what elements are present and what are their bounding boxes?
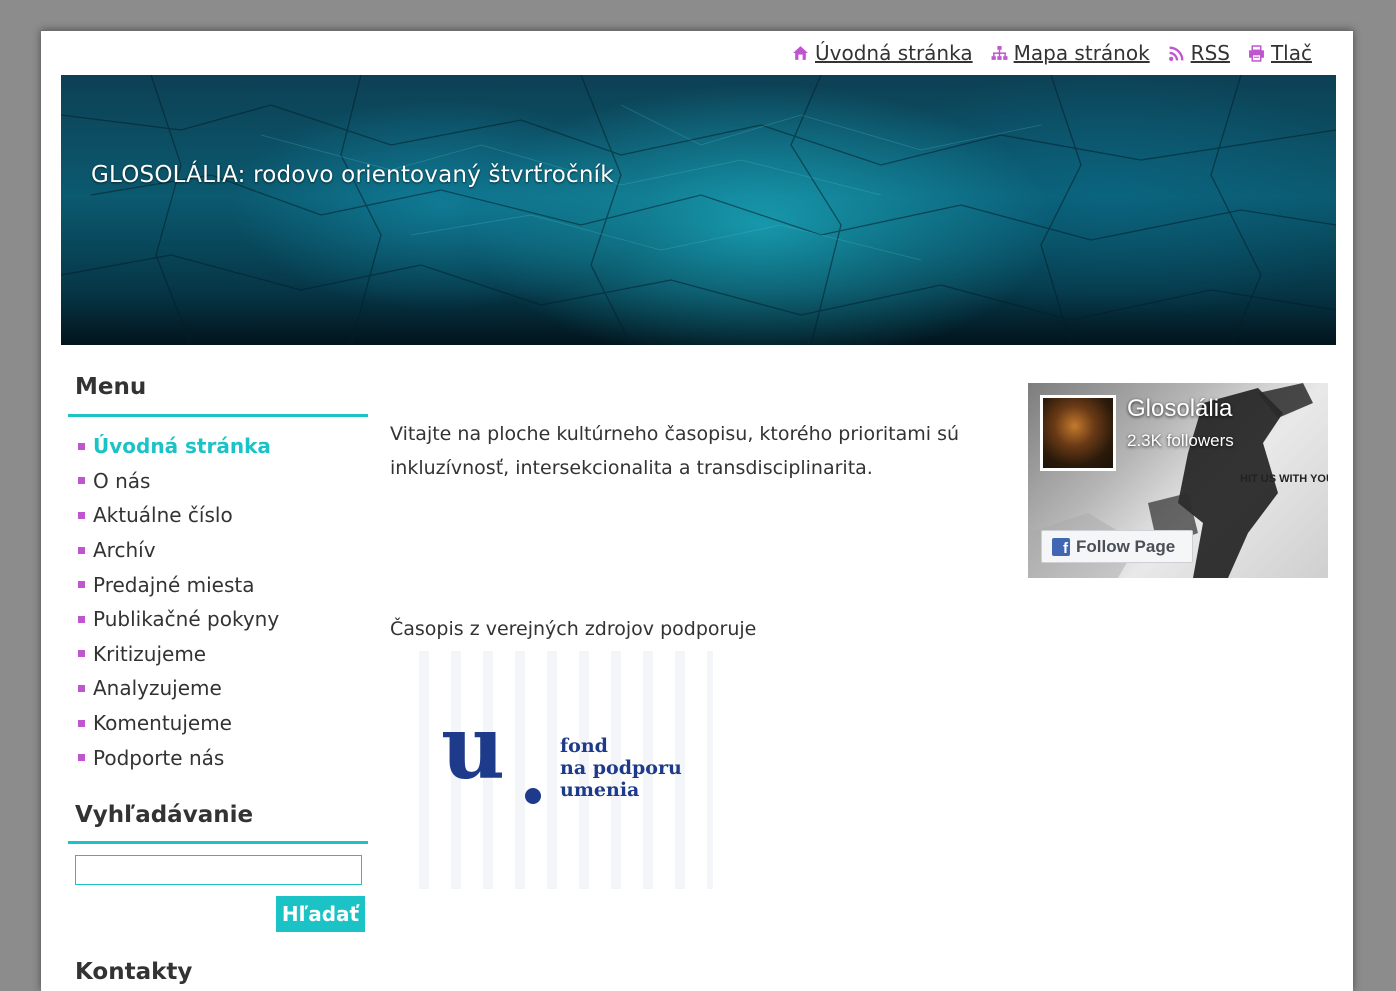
sidebar-item-o-nas[interactable]: O nás [78,464,279,499]
facebook-page-name[interactable]: Glosolália [1127,395,1232,423]
facebook-followers-count: 2.3K followers [1127,431,1234,450]
sidebar-item-publikacne-pokyny[interactable]: Publikačné pokyny [78,602,279,637]
banner-texture [61,75,1336,345]
bullet-icon [78,477,85,485]
welcome-text: Vitajte na ploche kultúrneho časopisu, k… [390,423,960,479]
sidebar-item-predajne-miesta[interactable]: Predajné miesta [78,567,279,602]
sidebar-item-label: Analyzujeme [93,676,222,701]
menu-heading-rule [68,414,368,417]
bullet-icon [78,511,85,519]
top-nav-print-link[interactable]: Tlač [1248,41,1312,65]
sidebar-item-uvodna-stranka[interactable]: Úvodná stránka [78,429,279,464]
site-title: GLOSOLÁLIA: rodovo orientovaný štvrťročn… [91,162,614,188]
bullet-icon [78,581,85,589]
rss-icon [1168,45,1184,61]
sidebar-item-label: Podporte nás [93,745,225,770]
bullet-icon [78,546,85,554]
sitemap-icon [991,45,1008,60]
support-text: Časopis z verejných zdrojov podporuje [390,618,757,640]
top-nav-home-link[interactable]: Úvodná stránka [792,41,973,65]
fund-logo-words: fond na podporu umenia [560,735,682,801]
bullet-icon [78,650,85,658]
top-nav-print-label: Tlač [1270,41,1312,65]
facebook-follow-button[interactable]: f Follow Page [1041,530,1193,563]
menu-heading: Menu [75,374,147,400]
sidebar-item-label: O nás [93,468,151,493]
page-container: Úvodná stránka Mapa stránok RSS Tlač GLO… [41,30,1353,991]
contacts-heading: Kontakty [75,959,193,985]
header-banner: GLOSOLÁLIA: rodovo orientovaný štvrťročn… [61,75,1336,345]
bullet-icon [78,615,85,623]
fund-logo-line: fond [560,735,608,757]
bullet-icon [78,719,85,727]
facebook-f-icon: f [1052,537,1070,556]
fund-logo-letter: u [441,695,505,799]
top-nav-rss-label: RSS [1190,41,1230,65]
sidebar-item-label: Komentujeme [93,711,232,736]
sidebar-menu: Úvodná stránka O nás Aktuálne číslo Arch… [78,429,279,775]
sidebar-item-label: Publikačné pokyny [93,607,280,632]
facebook-page-widget[interactable]: Glosolália 2.3K followers HIT US WITH YO… [1028,383,1328,578]
facebook-page-avatar[interactable] [1040,395,1116,471]
search-input[interactable] [75,855,362,885]
fund-logo-dot [525,788,541,804]
sidebar-item-label: Úvodná stránka [93,434,271,459]
search-heading-rule [68,841,368,844]
top-nav-home-label: Úvodná stránka [815,41,973,65]
facebook-cover-text: HIT US WITH YOU [1240,473,1328,485]
sidebar-item-label: Kritizujeme [93,641,207,666]
bullet-icon [78,442,85,450]
bullet-icon [78,684,85,692]
bullet-icon [78,754,85,762]
top-nav: Úvodná stránka Mapa stránok RSS Tlač [792,41,1312,65]
sidebar-item-komentujeme[interactable]: Komentujeme [78,706,279,741]
sidebar-item-kritizujeme[interactable]: Kritizujeme [78,637,279,672]
sidebar-item-podporte-nas[interactable]: Podporte nás [78,740,279,775]
fund-logo[interactable]: u fond na podporu umenia [397,651,713,889]
sidebar-item-aktualne-cislo[interactable]: Aktuálne číslo [78,498,279,533]
top-nav-sitemap-label: Mapa stránok [1013,41,1150,65]
sidebar-item-label: Predajné miesta [93,572,255,597]
top-nav-rss-link[interactable]: RSS [1168,41,1230,65]
sidebar-item-archiv[interactable]: Archív [78,533,279,568]
fund-logo-line: umenia [560,779,640,801]
facebook-follow-label: Follow Page [1076,536,1176,556]
search-heading: Vyhľadávanie [75,802,254,828]
sidebar-item-analyzujeme[interactable]: Analyzujeme [78,671,279,706]
print-icon [1249,44,1264,62]
sidebar-item-label: Aktuálne číslo [93,503,233,528]
top-nav-sitemap-link[interactable]: Mapa stránok [991,41,1150,65]
search-button[interactable]: Hľadať [276,896,365,932]
sidebar-item-label: Archív [93,538,156,563]
fund-logo-line: na podporu [560,757,682,779]
home-icon [793,45,808,60]
